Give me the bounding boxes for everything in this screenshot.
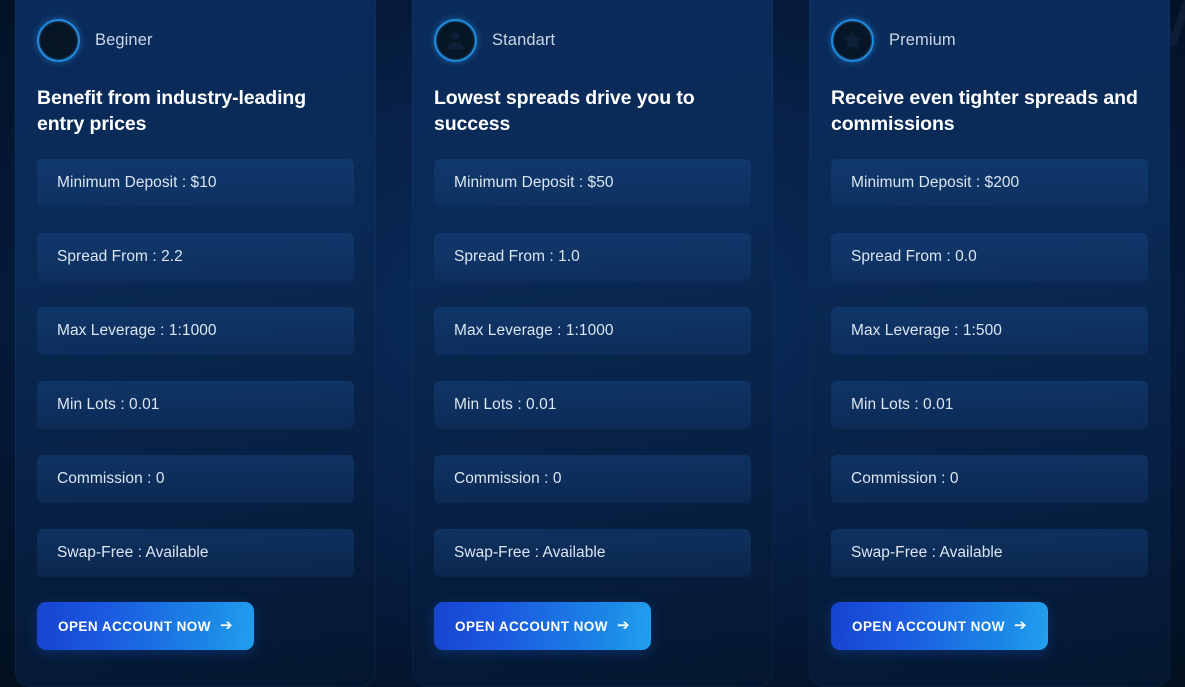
- feature-row: Max Leverage : 1:500: [831, 307, 1148, 355]
- feature-text: Swap-Free : Available: [454, 544, 606, 562]
- feature-row: Max Leverage : 1:1000: [434, 307, 751, 355]
- plan-feature-list: Minimum Deposit : $200 Spread From : 0.0…: [831, 159, 1148, 577]
- feature-text: Minimum Deposit : $200: [851, 174, 1019, 192]
- feature-text: Max Leverage : 1:500: [851, 322, 1002, 340]
- open-account-label: OPEN ACCOUNT NOW: [455, 619, 608, 634]
- feature-text: Swap-Free : Available: [851, 544, 1003, 562]
- cta-container: OPEN ACCOUNT NOW ➔: [831, 602, 1148, 650]
- feature-text: Minimum Deposit : $50: [454, 174, 614, 192]
- star-icon: [831, 19, 874, 62]
- feature-row: Min Lots : 0.01: [37, 381, 354, 429]
- open-account-button[interactable]: OPEN ACCOUNT NOW ➔: [434, 602, 651, 650]
- feature-row: Max Leverage : 1:1000: [37, 307, 354, 355]
- feature-row: Min Lots : 0.01: [434, 381, 751, 429]
- feature-text: Min Lots : 0.01: [57, 396, 159, 414]
- arrow-right-icon: ➔: [617, 618, 630, 633]
- plan-card-premium[interactable]: Premium Receive even tighter spreads and…: [809, 0, 1170, 687]
- feature-row: Spread From : 1.0: [434, 233, 751, 281]
- feature-text: Max Leverage : 1:1000: [57, 322, 217, 340]
- plan-card-header: Premium: [831, 14, 1148, 66]
- feature-row: Swap-Free : Available: [434, 529, 751, 577]
- plan-feature-list: Minimum Deposit : $50 Spread From : 1.0 …: [434, 159, 751, 577]
- feature-text: Spread From : 2.2: [57, 248, 183, 266]
- open-account-label: OPEN ACCOUNT NOW: [852, 619, 1005, 634]
- plan-card-header: $ Beginer: [37, 14, 354, 66]
- cta-container: OPEN ACCOUNT NOW ➔: [37, 602, 354, 650]
- feature-row: Minimum Deposit : $10: [37, 159, 354, 207]
- plan-feature-list: Minimum Deposit : $10 Spread From : 2.2 …: [37, 159, 354, 577]
- plan-headline: Lowest spreads drive you to success: [434, 86, 751, 138]
- feature-row: Commission : 0: [434, 455, 751, 503]
- feature-text: Max Leverage : 1:1000: [454, 322, 614, 340]
- feature-row: Swap-Free : Available: [831, 529, 1148, 577]
- feature-text: Commission : 0: [57, 470, 165, 488]
- feature-text: Swap-Free : Available: [57, 544, 209, 562]
- open-account-button[interactable]: OPEN ACCOUNT NOW ➔: [831, 602, 1048, 650]
- plan-headline: Receive even tighter spreads and commiss…: [831, 86, 1148, 138]
- feature-row: Min Lots : 0.01: [831, 381, 1148, 429]
- plan-name: Standart: [492, 31, 555, 50]
- feature-text: Spread From : 0.0: [851, 248, 977, 266]
- open-account-button[interactable]: OPEN ACCOUNT NOW ➔: [37, 602, 254, 650]
- feature-row: Minimum Deposit : $200: [831, 159, 1148, 207]
- dollar-sign-icon: $: [37, 19, 80, 62]
- plan-card-header: Standart: [434, 14, 751, 66]
- cta-container: OPEN ACCOUNT NOW ➔: [434, 602, 751, 650]
- feature-text: Commission : 0: [851, 470, 959, 488]
- feature-text: Commission : 0: [454, 470, 562, 488]
- feature-row: Commission : 0: [831, 455, 1148, 503]
- plan-card-standart[interactable]: Standart Lowest spreads drive you to suc…: [412, 0, 773, 687]
- plan-card-list: $ Beginer Benefit from industry-leading …: [0, 0, 1185, 687]
- feature-text: Spread From : 1.0: [454, 248, 580, 266]
- pricing-plans-section: WWM WWM WWM $ Beginer Benefit from indus…: [0, 0, 1185, 687]
- feature-text: Min Lots : 0.01: [454, 396, 556, 414]
- open-account-label: OPEN ACCOUNT NOW: [58, 619, 211, 634]
- plan-name: Premium: [889, 31, 956, 50]
- plan-name: Beginer: [95, 31, 153, 50]
- feature-text: Min Lots : 0.01: [851, 396, 953, 414]
- arrow-right-icon: ➔: [220, 618, 233, 633]
- user-person-icon: [434, 19, 477, 62]
- feature-text: Minimum Deposit : $10: [57, 174, 217, 192]
- feature-row: Commission : 0: [37, 455, 354, 503]
- feature-row: Minimum Deposit : $50: [434, 159, 751, 207]
- feature-row: Swap-Free : Available: [37, 529, 354, 577]
- plan-headline: Benefit from industry-leading entry pric…: [37, 86, 354, 138]
- arrow-right-icon: ➔: [1014, 618, 1027, 633]
- feature-row: Spread From : 0.0: [831, 233, 1148, 281]
- plan-card-beginer[interactable]: $ Beginer Benefit from industry-leading …: [15, 0, 376, 687]
- feature-row: Spread From : 2.2: [37, 233, 354, 281]
